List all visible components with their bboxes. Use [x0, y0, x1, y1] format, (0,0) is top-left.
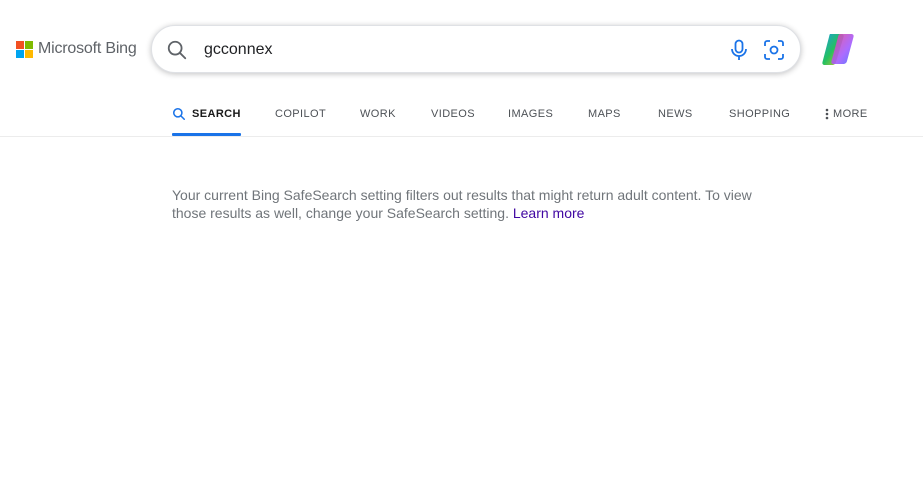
- tab-news[interactable]: NEWS: [658, 96, 693, 134]
- tab-label: NEWS: [658, 108, 693, 120]
- logo-text: Microsoft Bing: [38, 40, 137, 57]
- tab-maps[interactable]: MAPS: [588, 96, 621, 134]
- tabs-divider: [0, 136, 923, 137]
- tab-label: VIDEOS: [431, 108, 475, 120]
- tab-label: SHOPPING: [729, 108, 791, 120]
- copilot-icon[interactable]: [819, 30, 857, 68]
- search-icon: [172, 108, 186, 121]
- tab-label: MAPS: [588, 108, 621, 120]
- microsoft-logo-icon: [16, 40, 33, 58]
- safesearch-notice: Your current Bing SafeSearch setting fil…: [172, 186, 772, 222]
- tab-images[interactable]: IMAGES: [508, 96, 553, 134]
- search-icon[interactable]: [166, 39, 188, 61]
- safesearch-notice-text: Your current Bing SafeSearch setting fil…: [172, 187, 752, 221]
- visual-search-icon[interactable]: [763, 39, 785, 61]
- tab-more[interactable]: MORE: [825, 96, 868, 134]
- tab-work[interactable]: WORK: [360, 96, 396, 134]
- tab-shopping[interactable]: SHOPPING: [729, 96, 790, 134]
- tab-label: COPILOT: [275, 108, 327, 120]
- microphone-icon[interactable]: [729, 39, 749, 61]
- more-dots-icon: [825, 108, 829, 120]
- search-box[interactable]: [151, 25, 801, 73]
- tab-label: MORE: [833, 108, 868, 120]
- tab-label: SEARCH: [192, 108, 241, 120]
- bing-logo[interactable]: Microsoft Bing: [16, 40, 137, 58]
- tab-videos[interactable]: VIDEOS: [431, 96, 475, 134]
- tab-copilot[interactable]: COPILOT: [275, 96, 326, 134]
- learn-more-link[interactable]: Learn more: [513, 205, 585, 221]
- tab-label: IMAGES: [508, 108, 554, 120]
- tab-search[interactable]: SEARCH: [172, 96, 241, 136]
- tab-label: WORK: [360, 108, 396, 120]
- search-input[interactable]: [204, 38, 684, 62]
